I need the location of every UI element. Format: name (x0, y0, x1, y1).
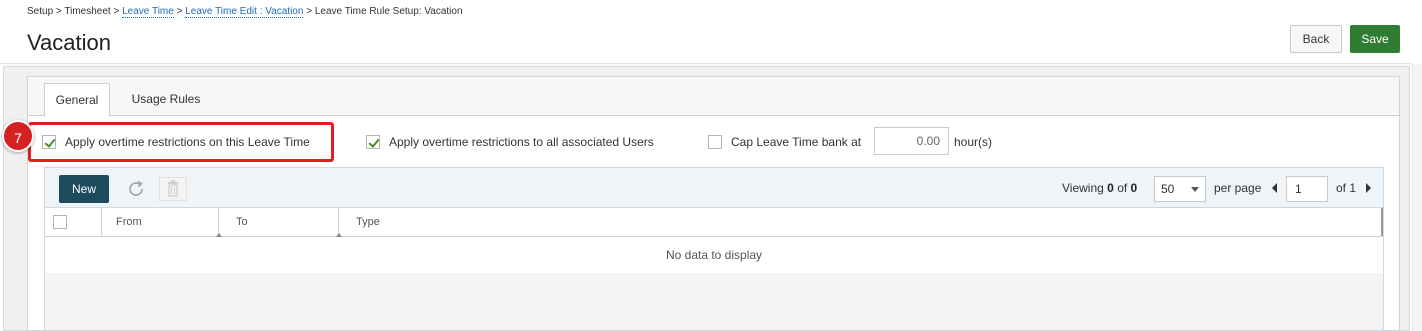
empty-state-message: No data to display (45, 237, 1383, 273)
trash-icon (168, 180, 178, 197)
delete-icon[interactable] (159, 177, 187, 201)
restrict-users-checkbox[interactable] (366, 135, 380, 149)
viewing-total: 0 (1130, 181, 1138, 195)
previous-page-icon[interactable] (1272, 183, 1277, 193)
column-header-from-label: From (116, 216, 142, 228)
grid-toolbar: New Viewing 0 of 0 50 per page 1 of 1 (45, 168, 1383, 208)
page-size-select[interactable]: 50 (1154, 176, 1206, 202)
restrict-users-label: Apply overtime restrictions to all assoc… (389, 135, 654, 149)
refresh-icon[interactable] (125, 178, 147, 200)
tab-strip: General Usage Rules (28, 77, 1399, 117)
grid-header-row: From To Type (45, 208, 1383, 237)
column-header-from[interactable]: From (102, 208, 222, 237)
cap-bank-checkbox[interactable] (708, 135, 722, 149)
select-all-checkbox[interactable] (53, 215, 67, 229)
viewing-of-label: of (1117, 181, 1128, 195)
new-button[interactable]: New (59, 175, 109, 203)
viewing-label: Viewing (1062, 181, 1104, 195)
breadcrumb-timesheet: Timesheet (64, 6, 111, 17)
select-all-cell (45, 208, 102, 236)
breadcrumb-separator: > (113, 6, 120, 17)
breadcrumb: Setup > Timesheet > Leave Time > Leave T… (27, 6, 463, 18)
column-header-type[interactable]: Type (339, 208, 1383, 236)
leave-time-rule-setup-page: Setup > Timesheet > Leave Time > Leave T… (0, 0, 1422, 331)
column-header-to[interactable]: To (219, 208, 342, 237)
cap-bank-hours-input[interactable]: 0.00 (874, 127, 949, 155)
breadcrumb-separator: > (176, 6, 183, 17)
chevron-down-icon (1191, 187, 1199, 192)
rules-grid: New Viewing 0 of 0 50 per page 1 of 1 Fr… (44, 167, 1384, 331)
breadcrumb-leave-time-link[interactable]: Leave Time (122, 6, 174, 18)
restrict-users-option[interactable]: Apply overtime restrictions to all assoc… (366, 133, 654, 151)
step-highlight-box (28, 122, 334, 162)
back-button[interactable]: Back (1290, 25, 1342, 53)
step-number-badge: 7 (2, 120, 34, 152)
cap-bank-label: Cap Leave Time bank at (731, 135, 862, 149)
tab-usage-rules[interactable]: Usage Rules (124, 83, 208, 117)
breadcrumb-current: Leave Time Rule Setup: Vacation (314, 6, 463, 17)
tab-general[interactable]: General (44, 83, 110, 117)
current-page-input[interactable]: 1 (1286, 176, 1328, 202)
viewing-summary: Viewing 0 of 0 (1062, 181, 1137, 195)
save-button[interactable]: Save (1350, 25, 1400, 53)
per-page-label: per page (1214, 181, 1262, 195)
breadcrumb-separator: > (55, 6, 62, 17)
page-title: Vacation (27, 30, 111, 55)
breadcrumb-separator: > (306, 6, 313, 17)
column-header-type-label: Type (356, 216, 380, 228)
header-divider (0, 63, 1412, 64)
page-size-value: 50 (1161, 182, 1175, 196)
cap-bank-option[interactable]: Cap Leave Time bank at (708, 133, 861, 151)
column-header-to-label: To (236, 216, 248, 228)
breadcrumb-leave-time-edit-link[interactable]: Leave Time Edit : Vacation (185, 6, 304, 18)
cap-bank-unit: hour(s) (954, 135, 993, 149)
total-pages-label: of 1 (1336, 181, 1357, 195)
viewing-from: 0 (1107, 181, 1114, 195)
breadcrumb-setup: Setup (27, 6, 54, 17)
next-page-icon[interactable] (1366, 183, 1371, 193)
page-scrollbar[interactable] (1412, 64, 1422, 331)
